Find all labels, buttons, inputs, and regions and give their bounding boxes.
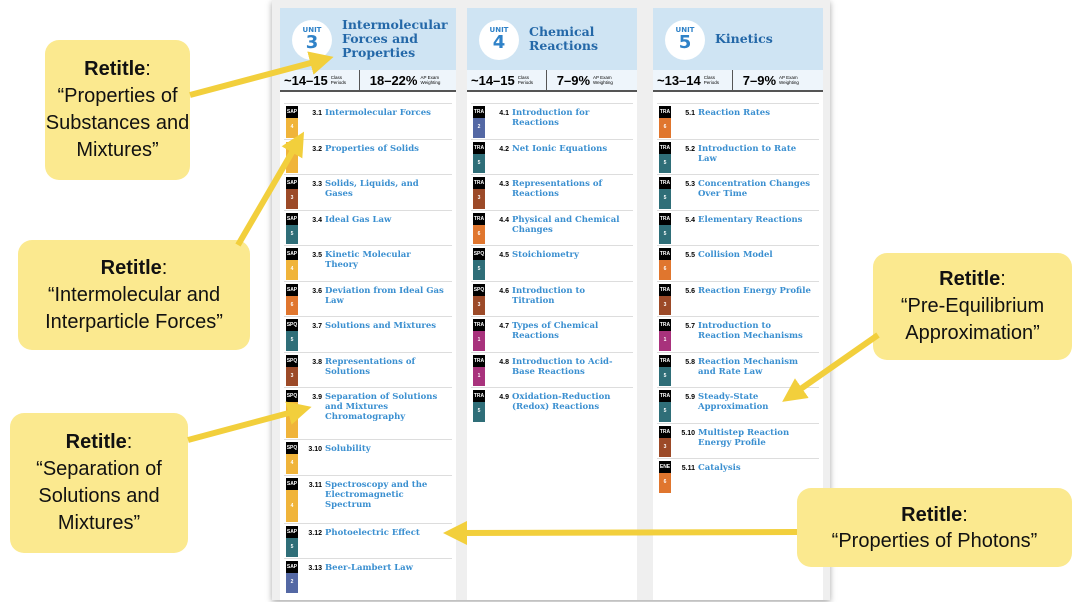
arrow-icon [187,401,312,443]
arrow-icon [443,520,798,545]
arrow-icon [235,131,305,247]
arrows-layer [187,51,880,545]
arrow-icon [189,51,334,98]
arrow-icon [782,332,880,402]
